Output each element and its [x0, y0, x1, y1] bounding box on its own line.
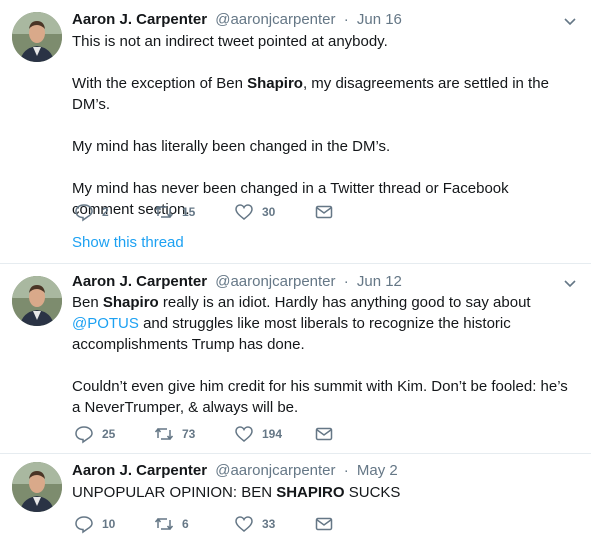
- reply-button[interactable]: 10: [74, 514, 115, 534]
- display-name[interactable]: Aaron J. Carpenter: [72, 11, 207, 28]
- tweet[interactable]: Aaron J. Carpenter @aaronjcarpenter · Ju…: [0, 264, 591, 454]
- chevron-down-icon[interactable]: [563, 276, 577, 290]
- tweet[interactable]: Aaron J. Carpenter @aaronjcarpenter · Ju…: [0, 0, 591, 264]
- user-handle[interactable]: @aaronjcarpenter: [215, 11, 335, 28]
- mention-link[interactable]: @POTUS: [72, 315, 139, 332]
- heart-icon: [235, 426, 253, 442]
- separator: ·: [343, 11, 349, 28]
- like-count: 30: [262, 205, 276, 219]
- tweet-paragraph: Couldn’t even give him credit for his su…: [72, 378, 568, 416]
- user-handle[interactable]: @aaronjcarpenter: [215, 462, 335, 479]
- retweet-icon: [154, 517, 174, 531]
- display-name[interactable]: Aaron J. Carpenter: [72, 462, 207, 479]
- like-button[interactable]: 33: [234, 514, 275, 534]
- tweet-timeline: Aaron J. Carpenter @aaronjcarpenter · Ju…: [0, 0, 591, 544]
- tweet-paragraph: My mind has literally been changed in th…: [72, 138, 391, 155]
- retweet-icon: [154, 427, 174, 441]
- reply-count: 2: [102, 205, 109, 219]
- tweet-paragraph: This is not an indirect tweet pointed at…: [72, 33, 388, 50]
- reply-count: 25: [102, 427, 116, 441]
- tweet-header: Aaron J. Carpenter @aaronjcarpenter · Ju…: [72, 272, 402, 292]
- tweet-date[interactable]: May 2: [357, 462, 398, 479]
- dm-button[interactable]: [314, 202, 334, 222]
- tweet-paragraph: With the exception of Ben Shapiro, my di…: [72, 75, 549, 113]
- envelope-icon: [315, 427, 333, 441]
- chevron-down-icon[interactable]: [563, 14, 577, 28]
- tweet-header: Aaron J. Carpenter @aaronjcarpenter · Ma…: [72, 461, 398, 481]
- reply-icon: [75, 204, 93, 222]
- avatar[interactable]: [12, 462, 62, 512]
- reply-count: 10: [102, 517, 116, 531]
- tweet-text: This is not an indirect tweet pointed at…: [72, 31, 572, 220]
- tweet-date[interactable]: Jun 16: [357, 11, 402, 28]
- envelope-icon: [315, 205, 333, 219]
- reply-button[interactable]: 25: [74, 424, 115, 444]
- display-name[interactable]: Aaron J. Carpenter: [72, 273, 207, 290]
- avatar[interactable]: [12, 12, 62, 62]
- retweet-count: 6: [182, 517, 189, 531]
- retweet-button[interactable]: 6: [154, 514, 189, 534]
- retweet-button[interactable]: 15: [154, 202, 195, 222]
- reply-button[interactable]: 2: [74, 202, 109, 222]
- envelope-icon: [315, 517, 333, 531]
- tweet[interactable]: Aaron J. Carpenter @aaronjcarpenter · Ma…: [0, 454, 591, 544]
- tweet-text: Ben Shapiro really is an idiot. Hardly h…: [72, 292, 572, 418]
- tweet-text: UNPOPULAR OPINION: BEN SHAPIRO SUCKS: [72, 482, 572, 503]
- tweet-paragraph: Ben Shapiro really is an idiot. Hardly h…: [72, 294, 531, 353]
- user-handle[interactable]: @aaronjcarpenter: [215, 273, 335, 290]
- like-count: 33: [262, 517, 276, 531]
- tweet-paragraph: UNPOPULAR OPINION: BEN SHAPIRO SUCKS: [72, 484, 401, 501]
- retweet-count: 15: [182, 205, 196, 219]
- dm-button[interactable]: [314, 514, 334, 534]
- reply-icon: [75, 426, 93, 444]
- separator: ·: [343, 462, 349, 479]
- tweet-date[interactable]: Jun 12: [357, 273, 402, 290]
- like-button[interactable]: 194: [234, 424, 282, 444]
- reply-icon: [75, 516, 93, 534]
- avatar[interactable]: [12, 276, 62, 326]
- tweet-header: Aaron J. Carpenter @aaronjcarpenter · Ju…: [72, 10, 402, 30]
- dm-button[interactable]: [314, 424, 334, 444]
- retweet-button[interactable]: 73: [154, 424, 195, 444]
- retweet-icon: [154, 205, 174, 219]
- like-count: 194: [262, 427, 283, 441]
- show-thread-link[interactable]: Show this thread: [72, 234, 184, 251]
- separator: ·: [343, 273, 349, 290]
- heart-icon: [235, 516, 253, 532]
- heart-icon: [235, 204, 253, 220]
- retweet-count: 73: [182, 427, 196, 441]
- like-button[interactable]: 30: [234, 202, 275, 222]
